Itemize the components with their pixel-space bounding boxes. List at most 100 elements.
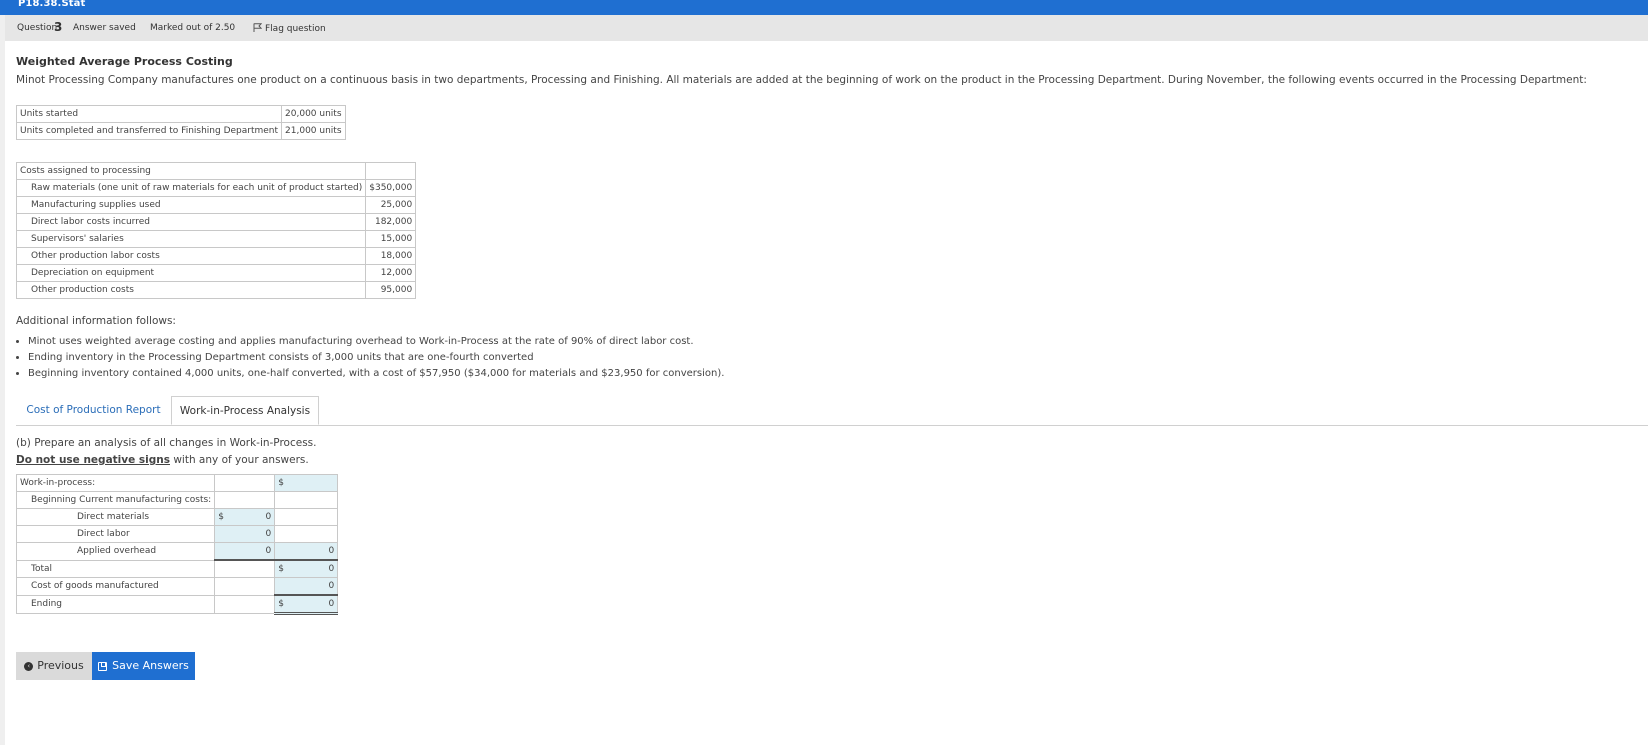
table-row: Total $0 (15, 559, 339, 578)
table-row: Applied overhead 0 0 (15, 542, 339, 561)
additional-heading: Additional information follows: (16, 315, 176, 327)
blank-cell (214, 491, 276, 509)
cost-label: Raw materials (one unit of raw materials… (15, 179, 367, 197)
blank-cell (274, 491, 339, 509)
additional-bullets: Minot uses weighted average costing and … (12, 334, 724, 382)
dollar-sign: $ (278, 599, 284, 609)
marks-label: Marked out of 2.50 (150, 23, 236, 33)
flag-question-link[interactable]: Flag question (253, 23, 326, 34)
costs-table: Costs assigned to processing Raw materia… (15, 162, 417, 299)
list-item: Beginning inventory contained 4,000 unit… (28, 366, 724, 382)
part-b-instruction: (b) Prepare an analysis of all changes i… (16, 437, 317, 449)
units-label: Units started (15, 105, 283, 123)
beginning-label: Beginning Current manufacturing costs: (15, 491, 216, 509)
direct-materials-input[interactable]: $0 (214, 508, 276, 526)
part-b-warning: Do not use negative signs with any of yo… (16, 454, 309, 466)
table-row: Other production costs 95,000 (15, 281, 417, 299)
total-label: Total (15, 559, 216, 578)
table-row: Manufacturing supplies used 25,000 (15, 196, 417, 214)
save-label: Save Answers (112, 659, 189, 672)
flag-label: Flag question (265, 24, 326, 34)
table-row: Work-in-process: $ (15, 474, 339, 492)
table-row: Units started 20,000 units (15, 105, 346, 123)
cost-label: Manufacturing supplies used (15, 196, 367, 214)
list-item: Minot uses weighted average costing and … (28, 334, 724, 350)
table-row: Direct materials $0 (15, 508, 339, 526)
table-row: Supervisors' salaries 15,000 (15, 230, 417, 248)
cost-value: 12,000 (365, 264, 417, 282)
chevron-left-icon: ‹ (24, 661, 34, 671)
tab-cost-of-production-report[interactable]: Cost of Production Report (16, 396, 171, 424)
cost-value: 95,000 (365, 281, 417, 299)
cost-label: Supervisors' salaries (15, 230, 367, 248)
wip-table: Work-in-process: $ Beginning Current man… (15, 474, 339, 615)
units-value: 21,000 units (281, 122, 346, 140)
costs-header-blank (365, 162, 417, 180)
applied-overhead-label: Applied overhead (15, 542, 216, 561)
blank-cell (214, 559, 276, 578)
cost-value: 182,000 (365, 213, 417, 231)
direct-labor-input[interactable]: 0 (214, 525, 276, 543)
cost-label: Other production labor costs (15, 247, 367, 265)
answer-status: Answer saved (73, 23, 136, 33)
applied-overhead-input[interactable]: 0 (214, 542, 276, 561)
blank-cell (214, 577, 276, 596)
previous-label: Previous (37, 659, 84, 672)
table-row: Direct labor 0 (15, 525, 339, 543)
question-label: Question (17, 23, 58, 33)
cogm-input[interactable]: 0 (274, 577, 339, 596)
direct-materials-value: 0 (265, 512, 272, 522)
warning-rest: with any of your answers. (169, 454, 309, 466)
units-label: Units completed and transferred to Finis… (15, 122, 283, 140)
cost-value: 18,000 (365, 247, 417, 265)
left-border (0, 15, 5, 745)
save-icon (98, 661, 108, 671)
table-row: Direct labor costs incurred 182,000 (15, 213, 417, 231)
current-costs-total-input[interactable]: 0 (274, 542, 339, 561)
total-value: 0 (328, 564, 335, 574)
ending-input[interactable]: $0 (274, 594, 339, 615)
wip-beginning-input[interactable]: $ (274, 474, 339, 492)
table-row: Costs assigned to processing (15, 162, 417, 180)
tab-work-in-process-analysis[interactable]: Work-in-Process Analysis (171, 396, 319, 425)
wip-title: Work-in-process: (15, 474, 216, 492)
question-info-bar: Question 3 Answer saved Marked out of 2.… (5, 15, 1648, 41)
window-title: P18.38.Stat (18, 0, 86, 9)
table-row: Other production labor costs 18,000 (15, 247, 417, 265)
table-row: Beginning Current manufacturing costs: (15, 491, 339, 509)
cost-value: 15,000 (365, 230, 417, 248)
table-row: Units completed and transferred to Finis… (15, 122, 346, 140)
dollar-sign: $ (218, 512, 224, 522)
wip-col1-blank (214, 474, 276, 492)
table-row: Ending $0 (15, 594, 339, 615)
previous-button[interactable]: ‹ Previous (16, 652, 92, 680)
cogm-label: Cost of goods manufactured (15, 577, 216, 596)
flag-icon (253, 23, 263, 32)
cost-label: Other production costs (15, 281, 367, 299)
units-value: 20,000 units (281, 105, 346, 123)
ending-label: Ending (15, 594, 216, 614)
cost-label: Direct labor costs incurred (15, 213, 367, 231)
table-row: Depreciation on equipment 12,000 (15, 264, 417, 282)
blank-cell (274, 508, 339, 526)
cost-label: Depreciation on equipment (15, 264, 367, 282)
blank-cell (274, 525, 339, 543)
save-answers-button[interactable]: Save Answers (92, 652, 195, 680)
dollar-sign: $ (278, 478, 284, 488)
direct-labor-label: Direct labor (15, 525, 216, 543)
total-input[interactable]: $0 (274, 559, 339, 578)
list-item: Ending inventory in the Processing Depar… (28, 350, 724, 366)
units-table: Units started 20,000 units Units complet… (15, 105, 346, 140)
title-bar: P18.38.Stat (0, 0, 1648, 15)
problem-heading: Weighted Average Process Costing (16, 55, 233, 68)
problem-intro: Minot Processing Company manufactures on… (16, 74, 1587, 86)
cost-value: $350,000 (365, 179, 417, 197)
dollar-sign: $ (278, 564, 284, 574)
blank-cell (214, 594, 276, 614)
table-row: Cost of goods manufactured 0 (15, 577, 339, 596)
ending-value: 0 (328, 599, 335, 609)
direct-materials-label: Direct materials (15, 508, 216, 526)
tab-bar: Cost of Production Report Work-in-Proces… (16, 396, 1648, 426)
question-number: 3 (54, 20, 63, 34)
costs-header: Costs assigned to processing (15, 162, 367, 180)
